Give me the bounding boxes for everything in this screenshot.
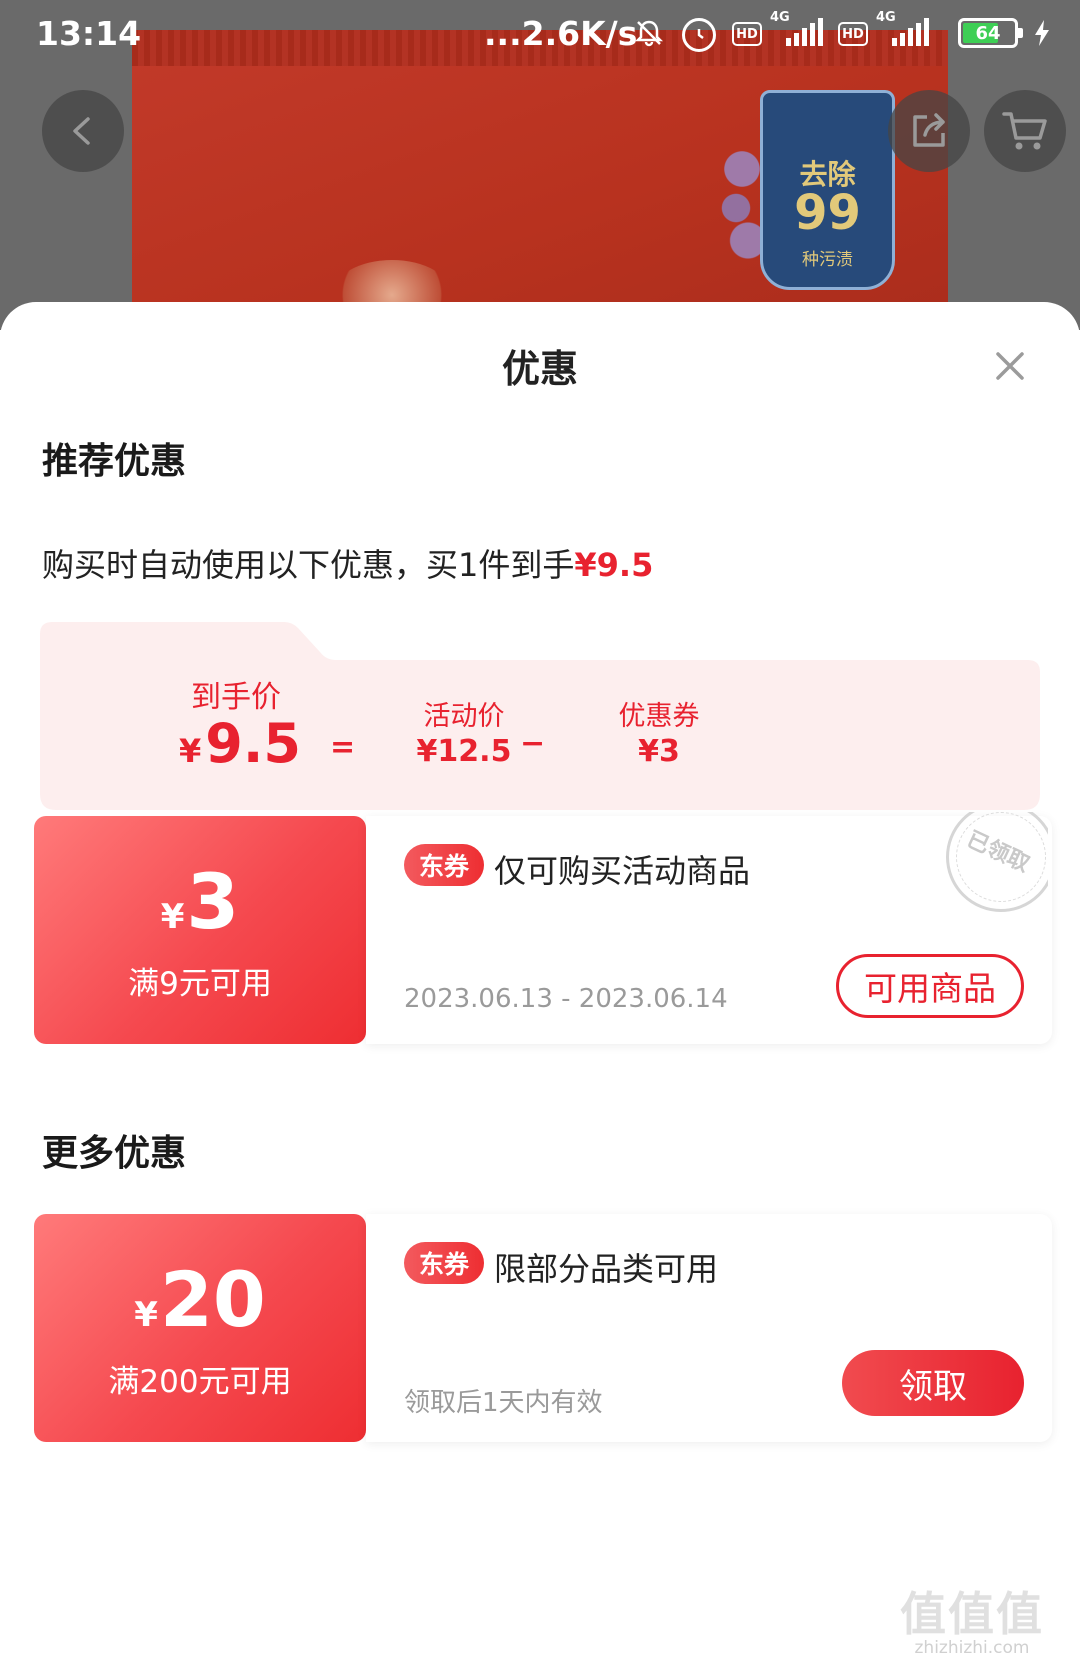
coupon-condition: 满9元可用 — [128, 966, 272, 1002]
price-breakdown-card: 到手价 ¥9.5 = 活动价 ¥12.5 − 优惠券 ¥3 — [40, 622, 1040, 810]
coupon-currency: ¥ — [160, 897, 185, 937]
final-price-currency: ¥ — [179, 732, 202, 770]
coupon-card: ¥3 满9元可用 东券 仅可购买活动商品 2023.06.13 - 2023.0… — [34, 812, 1052, 1044]
coupon-amount: ¥3 — [34, 864, 366, 940]
signal-icon — [782, 16, 826, 46]
watermark-logo: 值值值 — [900, 1587, 1044, 1641]
battery-icon: 64 — [958, 18, 1023, 48]
coupon-discount-label: 优惠券 — [618, 701, 700, 732]
final-price-label: 到手价 — [191, 680, 281, 715]
coupon-card: ¥20 满200元可用 东券 限部分品类可用 领取后1天内有效 领取 — [34, 1214, 1052, 1442]
claim-coupon-button[interactable]: 领取 — [842, 1350, 1024, 1416]
claimed-stamp-icon: 已领取 — [936, 812, 1048, 912]
coupon-type-tag: 东券 — [404, 1242, 484, 1284]
coupon-description: 限部分品类可用 — [494, 1250, 719, 1288]
coupon-type-tag: 东券 — [404, 844, 484, 886]
site-watermark: 值值值 zhizhizhi.com — [872, 1590, 1072, 1660]
coupon-discount-value: ¥3 — [638, 734, 680, 769]
coupon-description: 仅可购买活动商品 — [494, 852, 751, 890]
coupon-detail-panel: 东券 仅可购买活动商品 2023.06.13 - 2023.06.14 已领取 … — [366, 812, 1052, 1044]
battery-tip — [1018, 28, 1023, 38]
badge-line3: 种污渍 — [802, 250, 853, 270]
coupon-validity: 2023.06.13 - 2023.06.14 — [404, 984, 728, 1014]
coupon-amount-panel: ¥20 满200元可用 — [34, 1214, 366, 1442]
equals-sign: = — [330, 730, 356, 765]
recommend-section-title: 推荐优惠 — [42, 441, 187, 482]
alarm-icon — [682, 18, 716, 52]
battery-level: 64 — [975, 22, 1001, 44]
cart-icon — [1002, 112, 1047, 150]
coupon-amount-value: 20 — [159, 1255, 266, 1344]
status-time: 13:14 — [36, 14, 142, 53]
final-price-value: ¥9.5 — [140, 712, 340, 775]
activity-price-value: ¥12.5 — [416, 734, 512, 769]
final-price-amount: 9.5 — [205, 712, 301, 775]
back-button[interactable] — [42, 90, 124, 172]
coupon-validity: 领取后1天内有效 — [404, 1388, 603, 1418]
activity-price-label: 活动价 — [423, 701, 505, 732]
bell-muted-icon — [632, 18, 666, 48]
minus-sign: − — [520, 726, 546, 761]
recommend-summary: 购买时自动使用以下优惠，买1件到手¥9.5 — [42, 540, 653, 586]
coupon-amount-panel: ¥3 满9元可用 — [34, 816, 366, 1044]
coupon-amount-value: 3 — [186, 857, 240, 946]
cart-button[interactable] — [984, 90, 1066, 172]
close-icon — [996, 352, 1024, 380]
share-icon — [913, 113, 945, 147]
recommend-summary-price: ¥9.5 — [574, 546, 654, 584]
badge-line2: 99 — [794, 185, 861, 241]
coupon-condition: 满200元可用 — [108, 1364, 292, 1400]
back-arrow-icon — [73, 117, 90, 145]
coupon-amount: ¥20 — [34, 1262, 366, 1338]
recommend-summary-text: 购买时自动使用以下优惠，买1件到手 — [42, 546, 575, 584]
applicable-products-button[interactable]: 可用商品 — [836, 954, 1024, 1018]
signal-icon — [888, 16, 932, 46]
sheet-title: 优惠 — [501, 347, 578, 391]
status-net-speed: ...2.6K/s — [484, 14, 638, 53]
coupon-currency: ¥ — [134, 1295, 158, 1335]
share-button[interactable] — [888, 90, 970, 172]
watermark-site: zhizhizhi.com — [914, 1638, 1030, 1658]
hd-icon: HD — [732, 22, 762, 46]
close-button[interactable] — [990, 346, 1030, 386]
hd-icon: HD — [838, 22, 868, 46]
product-badge: 去除 99 种污渍 — [760, 90, 895, 290]
discount-sheet: 优惠 推荐优惠 购买时自动使用以下优惠，买1件到手¥9.5 到手价 ¥9.5 =… — [0, 302, 1080, 1666]
more-section-title: 更多优惠 — [42, 1133, 187, 1174]
coupon-detail-panel: 东券 限部分品类可用 领取后1天内有效 领取 — [366, 1214, 1052, 1442]
charging-bolt-icon — [1030, 18, 1054, 48]
status-bar: 13:14 ...2.6K/s HD 4G HD 4G 64 — [0, 0, 1080, 70]
